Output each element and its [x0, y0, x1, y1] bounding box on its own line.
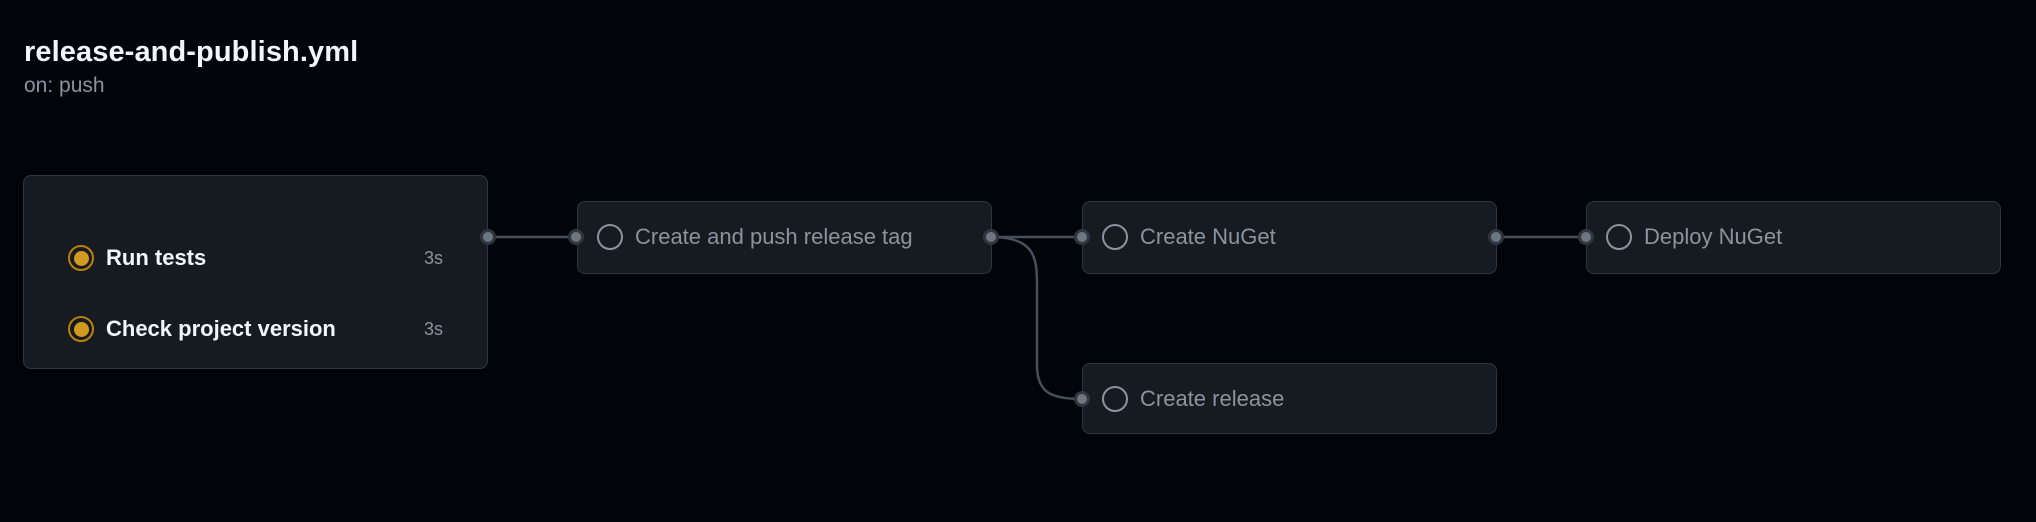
job-check-project-version[interactable]: Check project version 3s — [24, 309, 487, 349]
job-row: Create and push release tag — [578, 217, 991, 257]
workflow-trigger: on: push — [24, 74, 105, 97]
in-progress-icon — [68, 245, 94, 271]
edge-create-tag-to-create-release — [990, 235, 1083, 401]
job-name: Create and push release tag — [635, 224, 913, 249]
job-create-nuget[interactable]: Create NuGet — [1082, 201, 1497, 274]
queued-icon — [1102, 224, 1128, 250]
job-name: Create release — [1140, 386, 1285, 411]
port-create-nuget-in — [1074, 229, 1090, 245]
job-name: Check project version — [106, 316, 336, 341]
job-group-1: Run tests 3s Check project version 3s — [23, 175, 488, 369]
workflow-graph: release-and-publish.yml on: push Run tes… — [0, 0, 2036, 522]
queued-icon — [1102, 386, 1128, 412]
port-create-tag-in — [568, 229, 584, 245]
job-duration: 3s — [423, 247, 443, 268]
port-create-tag-out — [983, 229, 999, 245]
job-create-and-push-release-tag[interactable]: Create and push release tag — [577, 201, 992, 274]
job-deploy-nuget[interactable]: Deploy NuGet — [1586, 201, 2001, 274]
job-create-release[interactable]: Create release — [1082, 363, 1497, 434]
port-group1-out — [480, 229, 496, 245]
queued-icon — [597, 224, 623, 250]
queued-icon — [1606, 224, 1632, 250]
port-create-release-in — [1074, 391, 1090, 407]
job-row: Create release — [1083, 379, 1496, 419]
workflow-header: release-and-publish.yml on: push — [24, 34, 358, 100]
workflow-title[interactable]: release-and-publish.yml — [24, 34, 358, 70]
job-name: Create NuGet — [1140, 224, 1276, 249]
job-name: Deploy NuGet — [1644, 224, 1783, 249]
job-name: Run tests — [106, 245, 207, 270]
job-row: Deploy NuGet — [1587, 217, 2000, 257]
job-run-tests[interactable]: Run tests 3s — [24, 238, 487, 278]
port-create-nuget-out — [1488, 229, 1504, 245]
port-deploy-nuget-in — [1578, 229, 1594, 245]
job-duration: 3s — [423, 318, 443, 339]
job-row: Create NuGet — [1083, 217, 1496, 257]
in-progress-icon — [68, 316, 94, 342]
